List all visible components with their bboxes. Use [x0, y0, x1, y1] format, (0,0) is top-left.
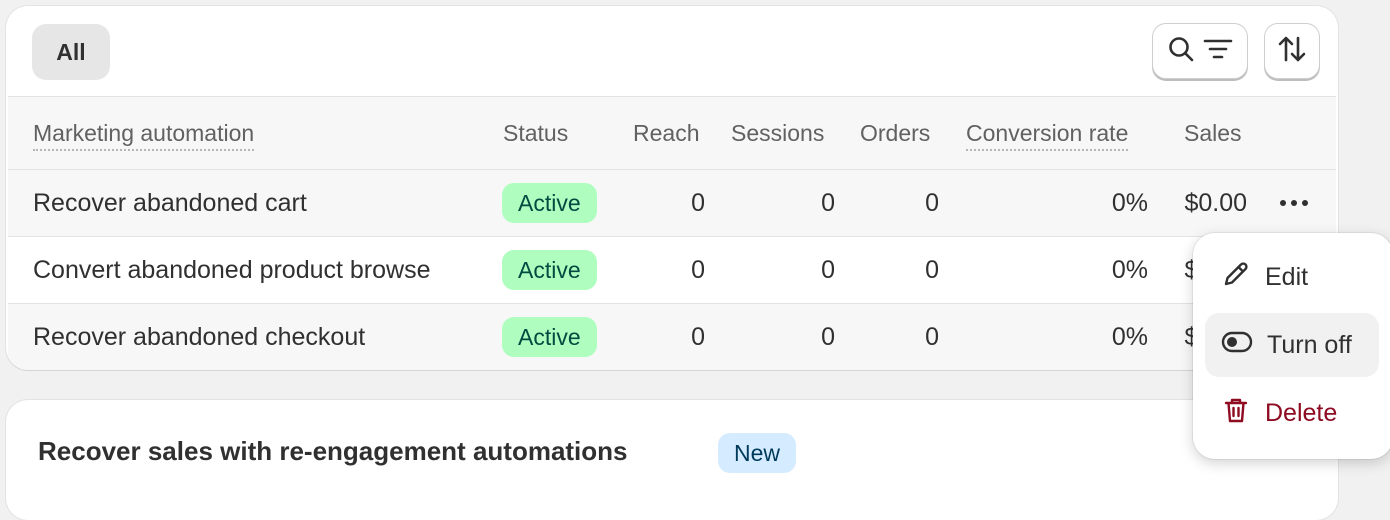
search-filter-button[interactable] — [1152, 23, 1248, 79]
orders-value: 0 — [925, 256, 939, 284]
menu-item-label: Delete — [1265, 398, 1338, 427]
status-badge: Active — [502, 250, 597, 290]
column-header-sessions: Sessions — [731, 120, 825, 146]
toggle-icon — [1221, 330, 1253, 361]
conversion-value: 0% — [1111, 323, 1148, 351]
automations-card: All Marketing automation Status Reach Se… — [6, 6, 1338, 370]
tab-all[interactable]: All — [32, 24, 110, 80]
column-header-marketing-automation[interactable]: Marketing automation — [33, 97, 255, 169]
menu-item-delete[interactable]: Delete — [1205, 381, 1379, 445]
more-dot — [1291, 200, 1297, 206]
column-header-reach: Reach — [633, 120, 700, 146]
automation-name[interactable]: Recover abandoned checkout — [33, 304, 365, 370]
reach-value: 0 — [691, 189, 705, 217]
menu-item-label: Edit — [1265, 262, 1309, 291]
table-row[interactable]: Convert abandoned product browse Active … — [8, 237, 1336, 304]
column-header-status: Status — [503, 120, 569, 146]
orders-value: 0 — [925, 323, 939, 351]
row-actions-menu: Edit Turn off Delete — [1193, 233, 1390, 459]
menu-item-turn-off[interactable]: Turn off — [1205, 313, 1379, 377]
more-dot — [1302, 200, 1308, 206]
sort-button[interactable] — [1264, 23, 1320, 79]
table-row[interactable]: Recover abandoned cart Active 0 0 0 0% $… — [8, 170, 1336, 237]
filter-icon — [1203, 37, 1233, 66]
conversion-value: 0% — [1111, 189, 1148, 217]
sales-value: $0.00 — [1184, 189, 1247, 217]
table-row[interactable]: Recover abandoned checkout Active 0 0 0 … — [8, 304, 1336, 370]
column-header-orders: Orders — [860, 120, 931, 146]
promo-card: Recover sales with re-engagement automat… — [6, 400, 1338, 520]
more-actions-button[interactable] — [1272, 186, 1316, 220]
automation-name[interactable]: Convert abandoned product browse — [33, 237, 431, 303]
pencil-icon — [1221, 259, 1251, 296]
new-badge: New — [718, 433, 797, 473]
column-header-conversion-rate[interactable]: Conversion rate — [966, 97, 1129, 169]
reach-value: 0 — [691, 323, 705, 351]
conversion-value: 0% — [1111, 256, 1148, 284]
promo-title: Recover sales with re-engagement automat… — [38, 436, 628, 466]
column-header-sales: Sales — [1184, 120, 1242, 146]
more-dot — [1280, 200, 1286, 206]
reach-value: 0 — [691, 256, 705, 284]
table-header: Marketing automation Status Reach Sessio… — [8, 96, 1336, 170]
menu-item-edit[interactable]: Edit — [1205, 245, 1379, 309]
sessions-value: 0 — [821, 256, 835, 284]
sessions-value: 0 — [821, 323, 835, 351]
search-icon — [1167, 35, 1195, 68]
trash-icon — [1221, 395, 1251, 432]
sessions-value: 0 — [821, 189, 835, 217]
menu-item-label: Turn off — [1267, 330, 1352, 359]
orders-value: 0 — [925, 189, 939, 217]
status-badge: Active — [502, 317, 597, 357]
sort-icon — [1278, 34, 1306, 69]
status-badge: Active — [502, 183, 597, 223]
automation-name[interactable]: Recover abandoned cart — [33, 170, 307, 236]
table-toolbar: All — [6, 6, 1338, 96]
